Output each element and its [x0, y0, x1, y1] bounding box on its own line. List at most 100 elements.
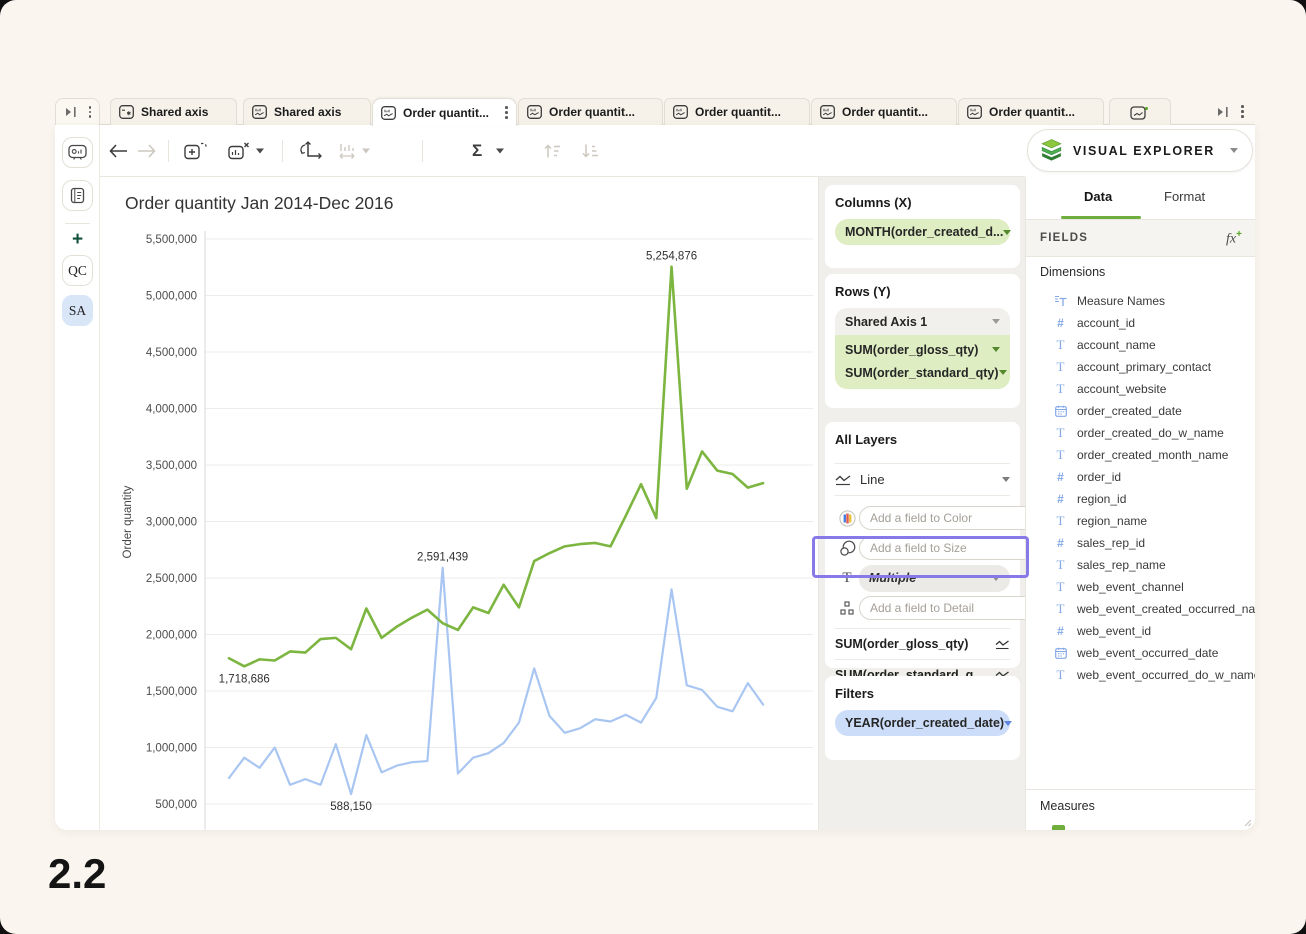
layer-label: SUM(order_gloss_qty) — [835, 637, 968, 651]
text-field-dropdown[interactable]: Multiple — [859, 565, 1010, 592]
rows-field-label: SUM(order_gloss_qty) — [845, 343, 978, 357]
sheet-tab-6[interactable]: Order quantit... — [811, 98, 957, 125]
rows-field-pill[interactable]: SUM(order_standard_qty) — [835, 361, 1010, 384]
tab-overflow-right-button[interactable] — [1205, 98, 1255, 125]
text-field-icon: T — [1053, 557, 1068, 573]
measures-label: Measures — [1040, 799, 1095, 813]
field-item-order-created-month-name[interactable]: Torder_created_month_name — [1026, 444, 1255, 466]
field-item-web-event-channel[interactable]: Tweb_event_channel — [1026, 576, 1255, 598]
data-format-tabs: Data Format — [1026, 177, 1255, 220]
aggregate-sigma-icon[interactable]: Σ — [472, 141, 482, 161]
remove-card-icon[interactable] — [228, 142, 250, 161]
mark-type-caret-icon[interactable] — [1002, 477, 1010, 482]
field-item-sales-rep-name[interactable]: Tsales_rep_name — [1026, 554, 1255, 576]
sheet-tab-2[interactable]: Shared axis — [243, 98, 371, 125]
size-drop-target[interactable] — [859, 536, 1036, 560]
add-formula-icon[interactable]: fx+ — [1226, 229, 1242, 248]
text-field-caret-icon[interactable] — [992, 576, 1000, 581]
expand-tabs-icon — [1216, 106, 1230, 118]
panel-resize-handle[interactable] — [1242, 817, 1252, 827]
field-item-account-primary-contact[interactable]: Taccount_primary_contact — [1026, 356, 1255, 378]
shared-axis-pill[interactable]: Shared Axis 1 — [835, 308, 1010, 335]
sheet-tab-5[interactable]: Order quantit... — [664, 98, 810, 125]
field-caret-icon[interactable] — [999, 370, 1007, 375]
chart-sheet-icon — [381, 106, 396, 120]
text-field-icon: T — [1053, 579, 1068, 595]
remove-card-caret[interactable] — [256, 149, 264, 154]
notebook-button[interactable] — [62, 180, 93, 211]
tab-menu-dots-icon — [1241, 105, 1244, 117]
field-name: web_event_id — [1077, 624, 1151, 638]
field-item-sales-rep-id[interactable]: #sales_rep_id — [1026, 532, 1255, 554]
forward-arrow-icon[interactable] — [136, 143, 157, 159]
field-item-web-event-occurred-date[interactable]: web_event_occurred_date — [1026, 642, 1255, 664]
detail-drop-target[interactable] — [859, 596, 1036, 620]
sheet-tab-1[interactable]: Shared axis — [110, 98, 237, 125]
field-caret-icon[interactable] — [992, 347, 1000, 352]
text-field-icon: T — [1053, 359, 1068, 375]
back-arrow-icon[interactable] — [108, 143, 129, 159]
visual-explorer-button[interactable]: VISUAL EXPLORER — [1027, 129, 1253, 172]
dimensions-list: Measure Names#account_idTaccount_nameTac… — [1026, 290, 1255, 686]
field-caret-icon[interactable] — [1003, 230, 1011, 235]
field-item-web-event-occurred-do-w-name[interactable]: Tweb_event_occurred_do_w_name — [1026, 664, 1255, 686]
field-item-web-event-created-occurred-na-[interactable]: Tweb_event_created_occurred_na... — [1026, 598, 1255, 620]
field-item-account-id[interactable]: #account_id — [1026, 312, 1255, 334]
field-item-region-name[interactable]: Tregion_name — [1026, 510, 1255, 532]
resize-bars-caret[interactable] — [362, 149, 370, 154]
field-item-region-id[interactable]: #region_id — [1026, 488, 1255, 510]
rows-field-pill[interactable]: SUM(order_gloss_qty) — [835, 338, 1010, 361]
sort-descending-icon[interactable] — [580, 143, 600, 160]
filter-field-pill[interactable]: YEAR(order_created_date) — [835, 710, 1010, 736]
calendar-field-icon — [1053, 647, 1068, 659]
chart-svg[interactable]: 500,0001,000,0001,500,0002,000,0002,500,… — [100, 177, 818, 830]
add-page-button[interactable]: + — [55, 230, 100, 250]
field-name: Measure Names — [1077, 294, 1165, 308]
add-card-icon[interactable] — [184, 142, 207, 161]
tab-menu-icon[interactable] — [505, 106, 508, 118]
left-rail: + QC SA — [55, 125, 100, 830]
text-encoding-row: T Multiple — [835, 565, 1010, 591]
filters-title: Filters — [835, 686, 1010, 701]
chart-title: Order quantity Jan 2014-Dec 2016 — [125, 193, 394, 214]
add-chart-tab-button[interactable] — [1109, 98, 1171, 125]
field-item-measure-names[interactable]: Measure Names — [1026, 290, 1255, 312]
tab-data[interactable]: Data — [1084, 189, 1112, 204]
workbook-badge-qc[interactable]: QC — [62, 255, 93, 286]
sort-ascending-icon[interactable] — [542, 143, 562, 160]
chart-canvas[interactable]: Order quantity Jan 2014-Dec 2016 Order q… — [100, 177, 818, 830]
field-name: account_primary_contact — [1077, 360, 1211, 374]
tab-overflow-left-button[interactable] — [55, 98, 100, 125]
swap-axes-icon[interactable] — [300, 141, 322, 161]
sheet-tab-4[interactable]: Order quantit... — [518, 98, 663, 125]
visuals-button[interactable] — [62, 137, 93, 168]
aggregate-caret[interactable] — [496, 149, 504, 154]
chart-sheet-icon — [820, 105, 835, 119]
field-item-account-website[interactable]: Taccount_website — [1026, 378, 1255, 400]
field-caret-icon[interactable] — [1004, 721, 1012, 726]
series-line-SUM(order_gloss_qty)[interactable] — [229, 267, 763, 667]
field-item-web-event-id[interactable]: #web_event_id — [1026, 620, 1255, 642]
color-drop-target[interactable] — [859, 506, 1036, 530]
columns-field-pill[interactable]: MONTH(order_created_d... — [835, 219, 1010, 245]
figure-caption: 2.2 — [48, 850, 106, 898]
shared-axis-label: Shared Axis 1 — [845, 315, 927, 329]
field-item-account-name[interactable]: Taccount_name — [1026, 334, 1255, 356]
sheet-tab-7[interactable]: Order quantit... — [958, 98, 1104, 125]
field-item-order-created-date[interactable]: order_created_date — [1026, 400, 1255, 422]
field-caret-icon[interactable] — [992, 319, 1000, 324]
tab-format[interactable]: Format — [1164, 189, 1205, 204]
sheet-tab-3[interactable]: Order quantit... — [372, 98, 517, 126]
text-field-icon: T — [1053, 667, 1068, 683]
workbook-badge-sa[interactable]: SA — [62, 295, 93, 326]
tab-strip: Shared axisShared axisOrder quantit...Or… — [55, 98, 1255, 125]
mark-type-dropdown[interactable]: Line — [835, 463, 1010, 495]
all-layers-title: All Layers — [835, 432, 1010, 455]
field-item-order-id[interactable]: #order_id — [1026, 466, 1255, 488]
columns-shelf-title: Columns (X) — [835, 195, 1010, 210]
svg-text:2,500,000: 2,500,000 — [146, 573, 197, 585]
calendar-field-icon — [1053, 405, 1068, 417]
field-item-order-created-do-w-name[interactable]: Torder_created_do_w_name — [1026, 422, 1255, 444]
layer-row-gloss[interactable]: SUM(order_gloss_qty) — [835, 628, 1010, 659]
resize-bars-icon[interactable] — [338, 141, 358, 161]
